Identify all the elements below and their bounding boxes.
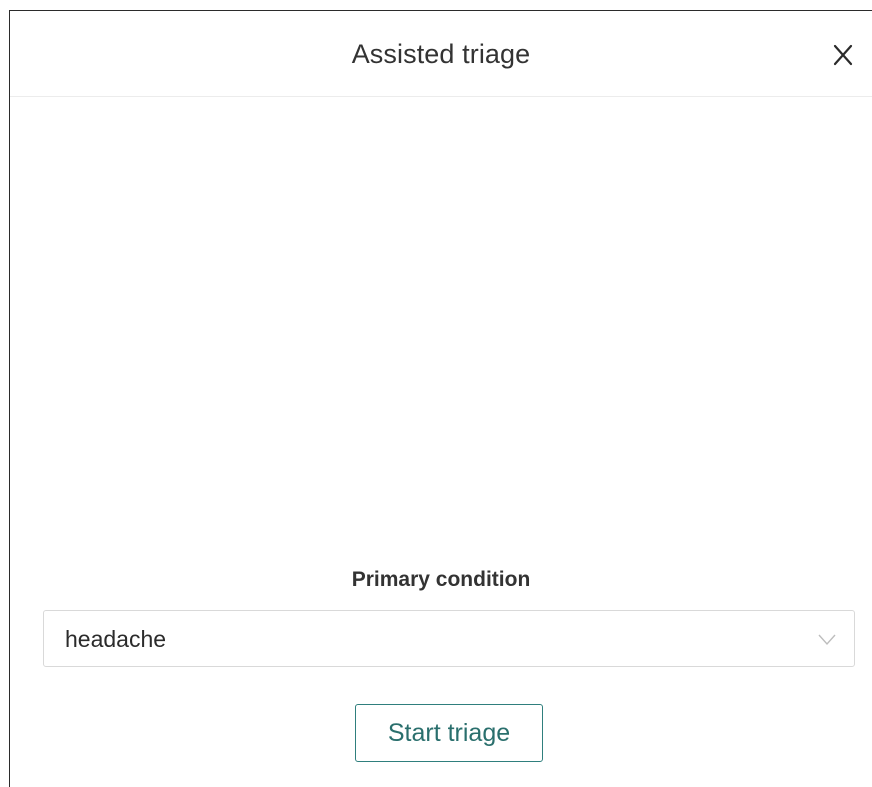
assisted-triage-dialog: Assisted triage Primary condition headac… (0, 0, 872, 787)
select-value: headache (65, 626, 167, 652)
close-icon (827, 39, 861, 73)
dialog-header: Assisted triage (10, 11, 872, 97)
dialog-title: Assisted triage (351, 39, 531, 69)
dialog-left-border (9, 10, 10, 787)
start-triage-button[interactable]: Start triage (355, 704, 543, 762)
chevron-down-icon (818, 632, 836, 646)
primary-condition-select[interactable]: headache (43, 610, 855, 667)
close-button[interactable] (827, 39, 861, 73)
primary-condition-label: Primary condition (351, 568, 531, 591)
